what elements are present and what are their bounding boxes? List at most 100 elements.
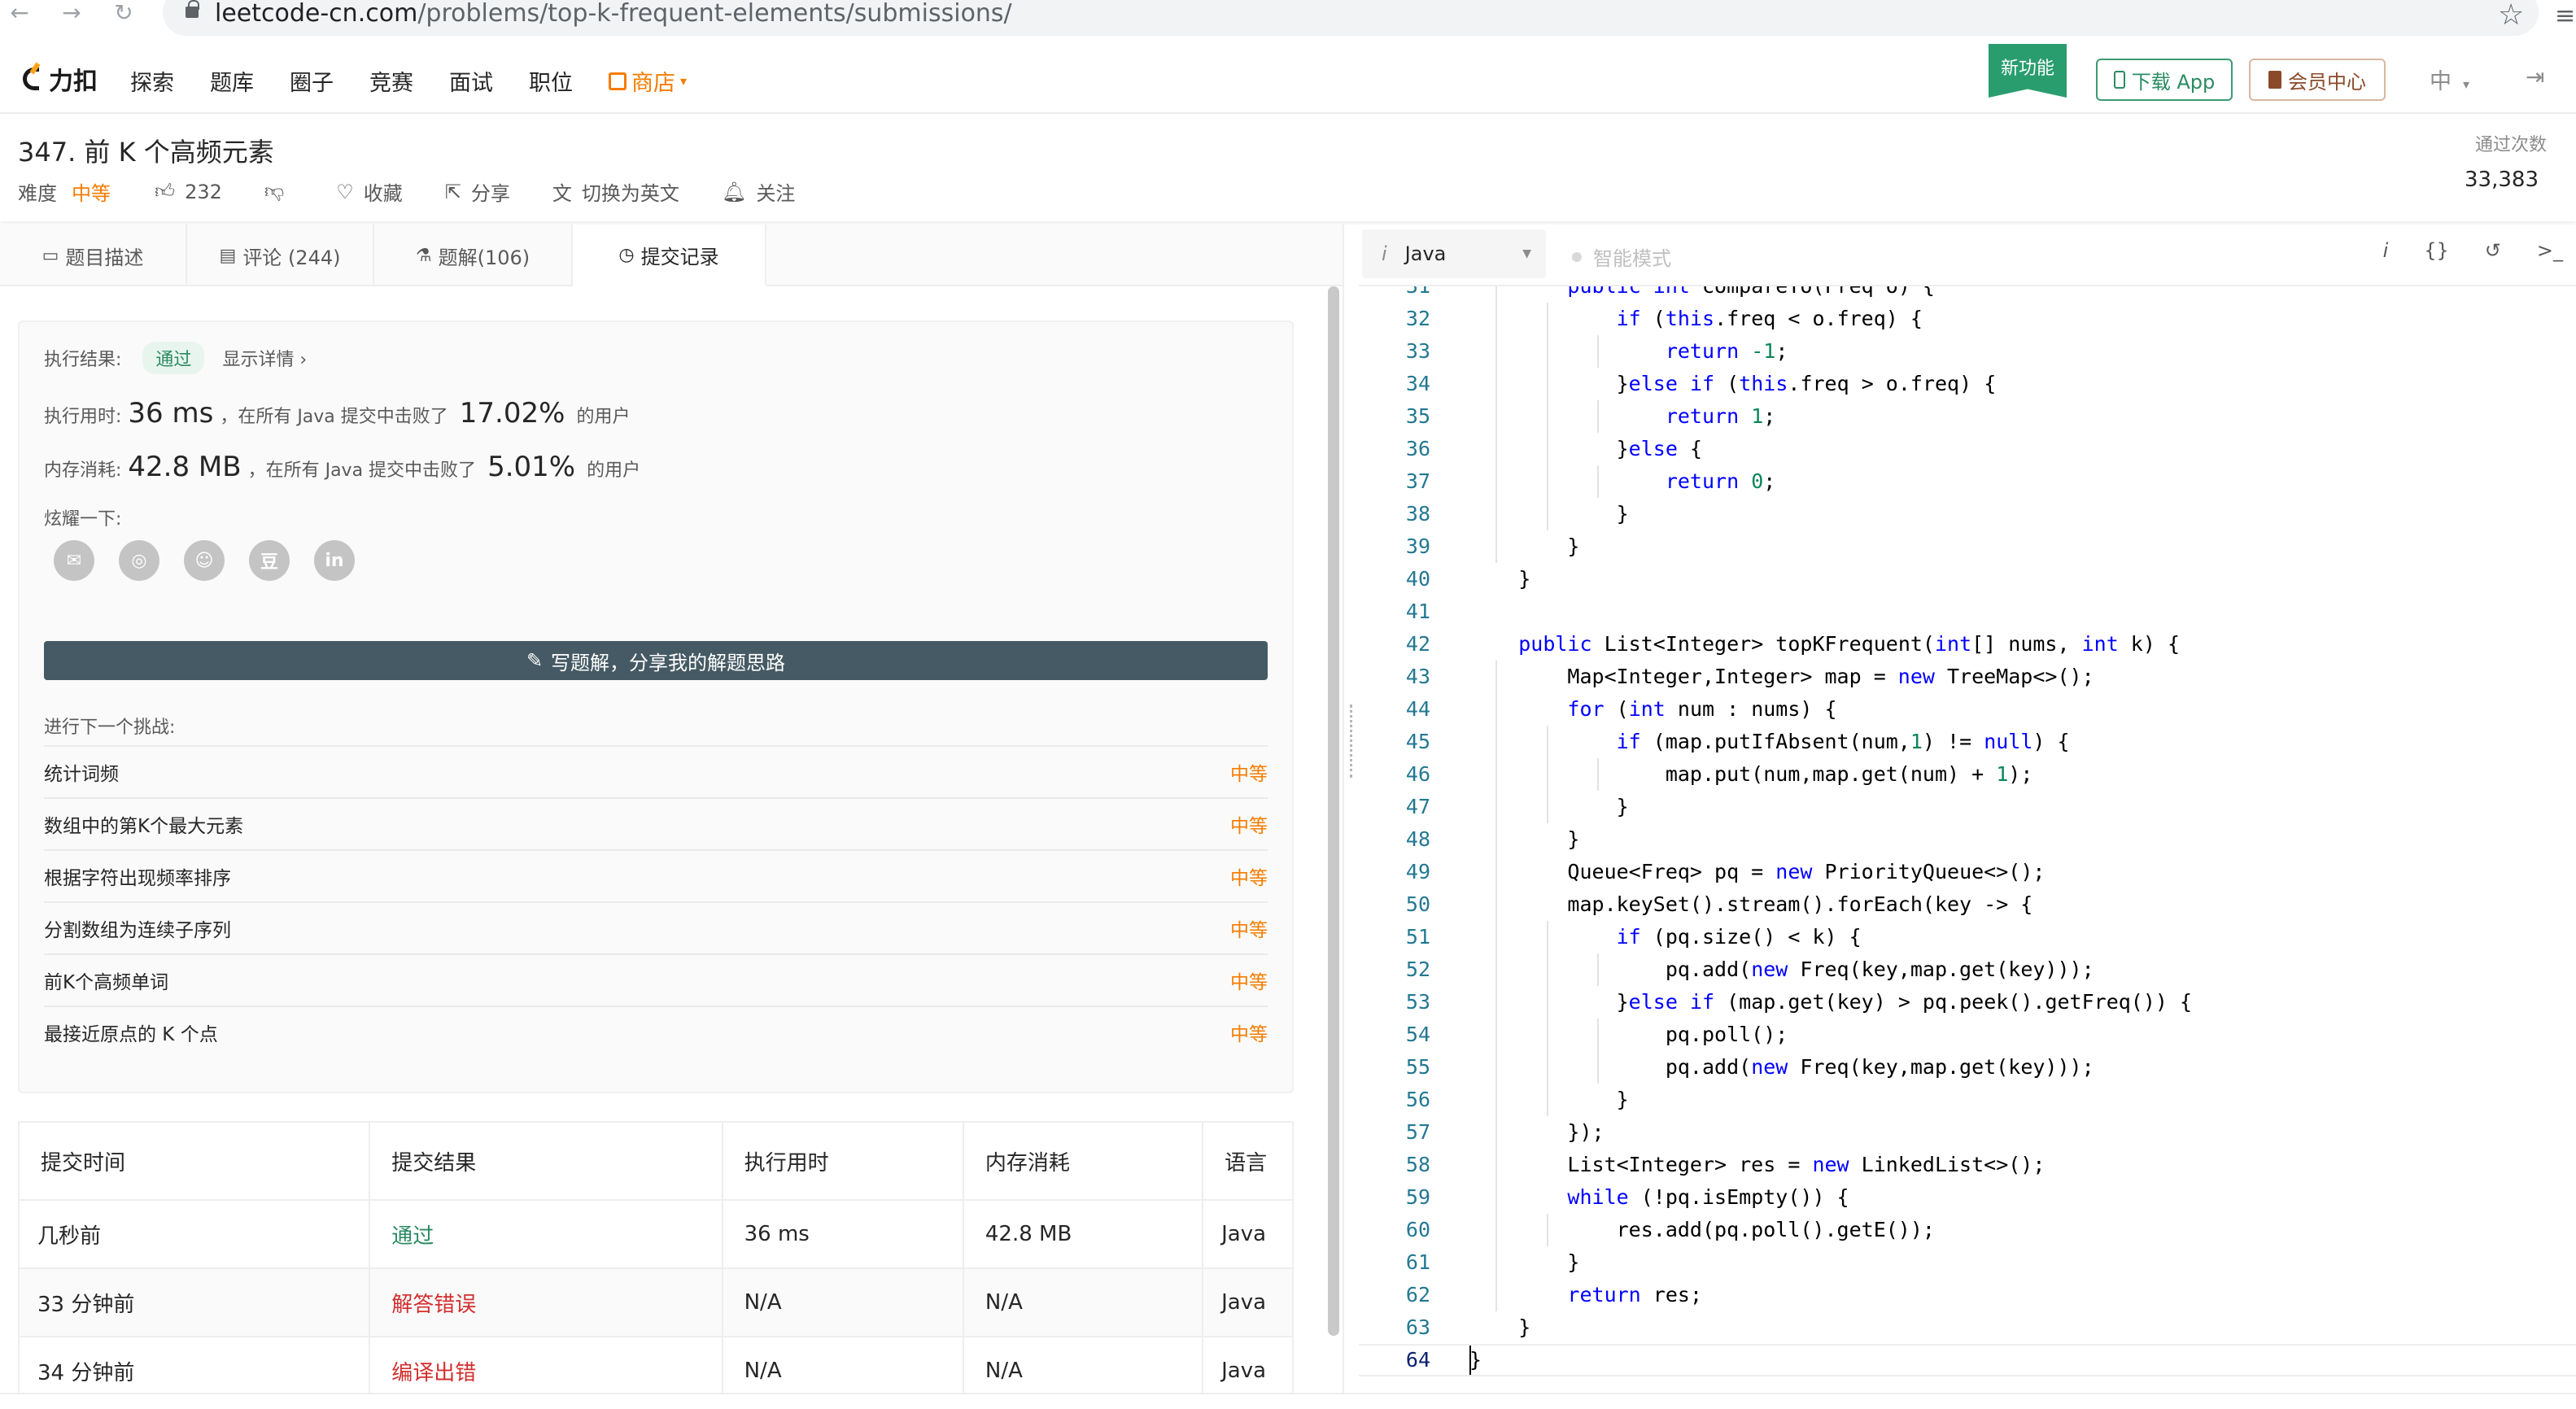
address-bar[interactable]: leetcode-cn.com/problems/top-k-frequent-…: [163, 0, 2539, 36]
share-button[interactable]: ⇱ 分享: [445, 177, 510, 206]
vip-center-button[interactable]: 会员中心: [2249, 59, 2386, 101]
tab-submissions[interactable]: ◷ 提交记录: [573, 225, 766, 286]
nav-contest[interactable]: 竞赛: [369, 65, 413, 97]
code-line: map.put(num,map.get(num) + 1);: [1469, 762, 2033, 786]
indent-guide: [1495, 1214, 1498, 1246]
caret-down-icon: ▾: [2463, 76, 2470, 92]
format-braces-icon[interactable]: {}: [2424, 239, 2449, 262]
indent-guide: [1495, 1051, 1498, 1084]
challenge-item[interactable]: 根据字符出现频率排序 中等: [44, 849, 1268, 901]
reload-icon[interactable]: ↻: [109, 0, 138, 29]
favorite-button[interactable]: ♡ 收藏: [336, 177, 403, 206]
nav-shop[interactable]: 商店 ▾: [609, 65, 687, 97]
indent-guide: [1546, 335, 1548, 368]
back-arrow-icon[interactable]: ←: [5, 0, 34, 29]
drag-handle-icon: [1350, 704, 1353, 778]
code-line: }: [1469, 534, 1580, 558]
url-text[interactable]: leetcode-cn.com/problems/top-k-frequent-…: [215, 0, 1012, 28]
col-runtime: 执行用时: [722, 1122, 964, 1201]
challenge-item[interactable]: 前K个高频单词 中等: [44, 953, 1268, 1005]
nav-interview[interactable]: 面试: [449, 65, 493, 97]
code-line: pq.add(new Freq(key,map.get(key)));: [1469, 1055, 2094, 1079]
left-scrollbar[interactable]: [1328, 286, 1339, 1336]
browser-menu-icon[interactable]: ≡: [2555, 2, 2575, 30]
dislike-button[interactable]: 👎︎: [264, 180, 294, 203]
qq-icon[interactable]: ☺: [184, 540, 225, 581]
site-logo[interactable]: 力扣: [18, 60, 98, 98]
language-value: Java: [1404, 242, 1447, 265]
console-icon[interactable]: >_: [2537, 239, 2563, 262]
download-app-button[interactable]: 下载 App: [2096, 59, 2233, 101]
language-select[interactable]: i Java ▼: [1362, 229, 1546, 278]
code-line: public int compareTo(Freq o) {: [1469, 286, 1935, 303]
tab-description[interactable]: ▭ 题目描述: [0, 225, 187, 286]
tab-solutions[interactable]: ⚗ 题解(106): [374, 225, 573, 286]
new-feature-ribbon[interactable]: 新功能: [1989, 44, 2067, 98]
table-row: 33 分钟前 解答错误 N/A N/A Java: [19, 1268, 1294, 1337]
phone-icon: [2113, 71, 2125, 89]
write-solution-button[interactable]: ✎ 写题解，分享我的解题思路: [44, 641, 1268, 680]
bookmark-star-icon[interactable]: ☆: [2498, 0, 2524, 32]
code-line: for (int num : nums) {: [1567, 697, 1837, 721]
code-area[interactable]: public int compareTo(Freq o) { if (this.…: [1469, 286, 2576, 1393]
tab-label: 提交记录: [640, 245, 719, 268]
weibo-icon[interactable]: ◎: [119, 540, 159, 581]
col-submit-time: 提交时间: [19, 1122, 371, 1201]
nav-problemset[interactable]: 题库: [210, 65, 254, 97]
nav-jobs[interactable]: 职位: [529, 65, 573, 97]
indent-guide: [1495, 1279, 1498, 1311]
table-row: 几秒前 通过 36 ms 42.8 MB Java: [19, 1200, 1294, 1269]
code-editor[interactable]: 31 32 33 34 35 36 37 38 39 40 41 42 43 44 45 46 47 48 49 50…: [1359, 286, 2576, 1393]
sign-out-icon[interactable]: ⇥: [2526, 63, 2558, 91]
indent-guide: [1546, 465, 1548, 498]
forward-arrow-icon[interactable]: →: [57, 0, 86, 29]
douban-icon[interactable]: 豆: [249, 540, 290, 581]
result-card: 执行结果: 通过 显示详情 › 执行用时: 36 ms ，在所有 Java 提交…: [18, 321, 1294, 1093]
challenge-difficulty: 中等: [1230, 868, 1268, 889]
switch-english-button[interactable]: 文切换为英文: [552, 177, 679, 206]
indent-guide: [1495, 465, 1498, 498]
nav-explore[interactable]: 探索: [130, 65, 174, 97]
info-icon[interactable]: i: [2383, 239, 2389, 262]
follow-button[interactable]: 🔔︎ 关注: [722, 177, 795, 206]
browser-toolbar: ← → ↻ leetcode-cn.com/problems/top-k-fre…: [0, 0, 2576, 36]
thumbs-down-icon: 👎︎: [264, 180, 285, 203]
flask-icon: ⚗: [415, 245, 432, 266]
beat-text: ，在所有 Java 提交中击败了: [247, 460, 477, 481]
accept-count-value: 33,383: [2465, 168, 2539, 192]
challenge-item[interactable]: 最接近原点的 K 个点 中等: [44, 1005, 1268, 1058]
social-share-icons: ✉ ◎ ☺ 豆 in: [54, 540, 355, 581]
indent-guide: [1495, 953, 1498, 986]
challenge-item[interactable]: 统计词频 中等: [44, 745, 1268, 797]
wechat-icon[interactable]: ✉: [54, 540, 94, 581]
line-number: 48: [1405, 827, 1430, 851]
challenge-item[interactable]: 数组中的第K个最大元素 中等: [44, 797, 1268, 849]
code-line: Map<Integer,Integer> map = new TreeMap<>…: [1469, 665, 2094, 688]
lock-icon: [186, 0, 199, 18]
line-number: 33: [1405, 339, 1430, 363]
submit-result-link[interactable]: 通过: [369, 1200, 723, 1269]
like-button[interactable]: 👍︎ 232: [155, 180, 222, 203]
linkedin-icon[interactable]: in: [314, 540, 355, 581]
nav-circle[interactable]: 圈子: [290, 65, 334, 97]
language-switch[interactable]: 中 ▾: [2430, 63, 2469, 95]
submit-result-link[interactable]: 解答错误: [369, 1268, 723, 1337]
line-number: 35: [1405, 404, 1430, 428]
memory-value: 42.8 MB: [128, 451, 242, 483]
smart-mode-toggle[interactable]: 智能模式: [1572, 242, 1671, 271]
col-language: 语言: [1203, 1122, 1294, 1201]
indent-guide: [1495, 986, 1498, 1019]
write-solution-label: 写题解，分享我的解题思路: [551, 651, 786, 674]
line-number: 43: [1405, 665, 1430, 688]
indent-guide: [1495, 433, 1498, 465]
follow-label: 关注: [756, 182, 796, 205]
line-number: 63: [1405, 1315, 1430, 1339]
submit-result-link[interactable]: 编译出错: [369, 1337, 723, 1393]
reset-icon[interactable]: ↺: [2485, 239, 2501, 262]
challenge-item[interactable]: 分割数组为连续子序列 中等: [44, 901, 1268, 953]
line-number: 51: [1405, 925, 1430, 949]
show-detail-link[interactable]: 显示详情 ›: [222, 345, 307, 371]
pane-splitter[interactable]: [1343, 225, 1359, 1409]
memory-row: 内存消耗: 42.8 MB ，在所有 Java 提交中击败了 5.01% 的用户: [44, 451, 640, 483]
tab-comments[interactable]: ▤ 评论 (244): [187, 225, 374, 286]
